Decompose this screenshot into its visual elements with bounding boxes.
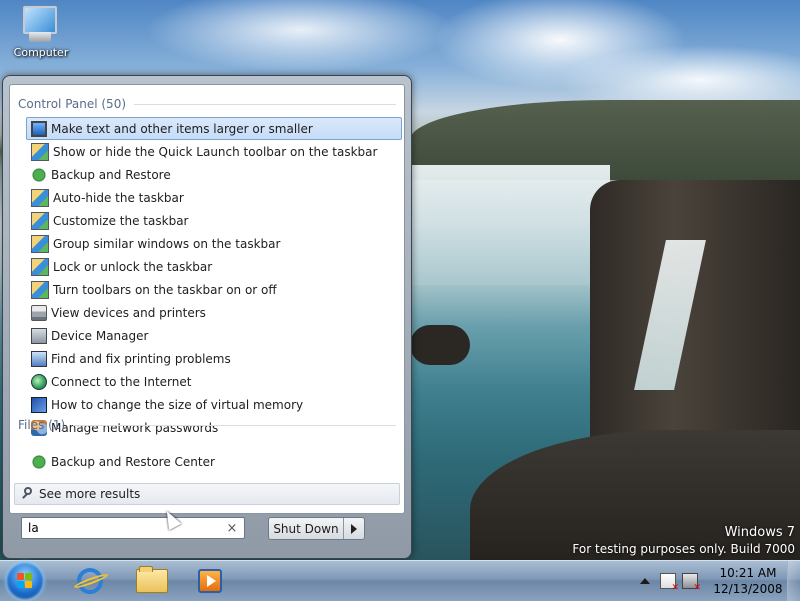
result-label: How to change the size of virtual memory — [51, 397, 304, 412]
result-item-auto-hide-taskbar[interactable]: Auto-hide the taskbar — [26, 186, 402, 209]
result-item-printing-problems[interactable]: Find and fix printing problems — [26, 347, 402, 370]
result-item-quick-launch[interactable]: Show or hide the Quick Launch toolbar on… — [26, 140, 402, 163]
taskbar-settings-icon — [31, 234, 49, 253]
system-clock[interactable]: 10:21 AM 12/13/2008 — [710, 565, 786, 597]
result-label: Show or hide the Quick Launch toolbar on… — [53, 144, 378, 159]
result-item-backup-restore[interactable]: Backup and Restore — [26, 163, 402, 186]
search-icon — [21, 487, 35, 501]
result-label: Device Manager — [51, 328, 149, 343]
files-results: Backup and Restore Center — [26, 450, 402, 473]
group-header-files[interactable]: Files (1) — [18, 418, 396, 432]
result-item-backup-restore-center[interactable]: Backup and Restore Center — [26, 450, 402, 473]
wallpaper-waterfall — [410, 165, 610, 285]
windows-logo-icon — [17, 573, 33, 589]
search-results-pane: Control Panel (50) Make text and other i… — [9, 84, 405, 514]
taskbar: 10:21 AM 12/13/2008 — [0, 560, 800, 601]
internet-explorer-icon — [77, 568, 103, 594]
arrow-right-icon — [351, 523, 357, 534]
taskbar-windows-explorer[interactable] — [134, 565, 170, 597]
desktop-icon-label: Computer — [13, 46, 69, 59]
taskbar-settings-icon — [31, 257, 49, 276]
printer-icon — [31, 304, 47, 321]
backup-icon — [31, 453, 47, 470]
result-item-devices-printers[interactable]: View devices and printers — [26, 301, 402, 324]
clock-date: 12/13/2008 — [713, 582, 783, 596]
watermark-title: Windows 7 — [724, 525, 795, 540]
result-label: Turn toolbars on the taskbar on or off — [53, 282, 277, 297]
shutdown-options-button[interactable] — [344, 518, 364, 539]
result-item-group-windows[interactable]: Group similar windows on the taskbar — [26, 232, 402, 255]
globe-icon — [31, 373, 47, 390]
result-label: Backup and Restore Center — [51, 454, 215, 469]
help-icon — [31, 396, 47, 413]
group-header-control-panel[interactable]: Control Panel (50) — [18, 97, 396, 111]
action-center-icon[interactable] — [660, 573, 679, 593]
clear-search-icon[interactable]: × — [224, 521, 240, 536]
shutdown-button[interactable]: Shut Down — [269, 518, 344, 539]
troubleshoot-icon — [31, 350, 47, 367]
desktop-icon-computer[interactable]: Computer — [8, 4, 74, 59]
computer-icon — [19, 4, 63, 46]
taskbar-settings-icon — [31, 280, 49, 299]
taskbar-settings-icon — [31, 142, 49, 161]
result-item-customize-taskbar[interactable]: Customize the taskbar — [26, 209, 402, 232]
see-more-results-button[interactable]: See more results — [14, 483, 400, 505]
result-item-make-text-larger[interactable]: Make text and other items larger or smal… — [26, 117, 402, 140]
show-hidden-icons-icon[interactable] — [640, 578, 650, 584]
start-button[interactable] — [6, 562, 44, 600]
result-item-lock-taskbar[interactable]: Lock or unlock the taskbar — [26, 255, 402, 278]
shutdown-button-group: Shut Down — [268, 517, 365, 540]
taskbar-settings-icon — [31, 211, 49, 230]
group-header-label: Control Panel (50) — [18, 97, 127, 111]
result-label: Lock or unlock the taskbar — [53, 259, 213, 274]
network-icon[interactable] — [682, 573, 701, 593]
result-label: Make text and other items larger or smal… — [51, 121, 313, 136]
start-search-box[interactable]: × — [21, 517, 245, 539]
windows-explorer-icon — [136, 566, 168, 593]
see-more-label: See more results — [39, 487, 141, 501]
start-search-input[interactable] — [22, 521, 224, 535]
result-label: Find and fix printing problems — [51, 351, 231, 366]
wallpaper-cliff — [590, 180, 800, 450]
build-watermark: Windows 7 For testing purposes only. Bui… — [572, 525, 795, 557]
result-label: Connect to the Internet — [51, 374, 192, 389]
group-header-label: Files (1) — [18, 418, 66, 432]
device-manager-icon — [31, 327, 47, 344]
result-item-connect-internet[interactable]: Connect to the Internet — [26, 370, 402, 393]
watermark-build: For testing purposes only. Build 7000 — [572, 542, 795, 556]
result-label: Auto-hide the taskbar — [53, 190, 184, 205]
result-item-toolbars-taskbar[interactable]: Turn toolbars on the taskbar on or off — [26, 278, 402, 301]
display-icon — [31, 120, 47, 137]
taskbar-settings-icon — [31, 188, 49, 207]
notification-area — [640, 565, 706, 597]
taskbar-media-player[interactable] — [192, 565, 228, 597]
clock-time: 10:21 AM — [719, 566, 777, 580]
result-item-device-manager[interactable]: Device Manager — [26, 324, 402, 347]
wallpaper-rock — [410, 325, 470, 365]
backup-icon — [31, 166, 47, 183]
group-divider — [73, 424, 396, 426]
group-divider — [134, 103, 396, 105]
start-menu: Control Panel (50) Make text and other i… — [2, 75, 412, 559]
result-label: Group similar windows on the taskbar — [53, 236, 281, 251]
result-label: View devices and printers — [51, 305, 206, 320]
result-item-virtual-memory[interactable]: How to change the size of virtual memory — [26, 393, 402, 416]
show-desktop-button[interactable] — [787, 561, 800, 601]
media-player-icon — [198, 569, 222, 593]
taskbar-internet-explorer[interactable] — [72, 565, 108, 597]
result-label: Backup and Restore — [51, 167, 171, 182]
control-panel-results: Make text and other items larger or smal… — [26, 117, 402, 439]
result-label: Customize the taskbar — [53, 213, 189, 228]
